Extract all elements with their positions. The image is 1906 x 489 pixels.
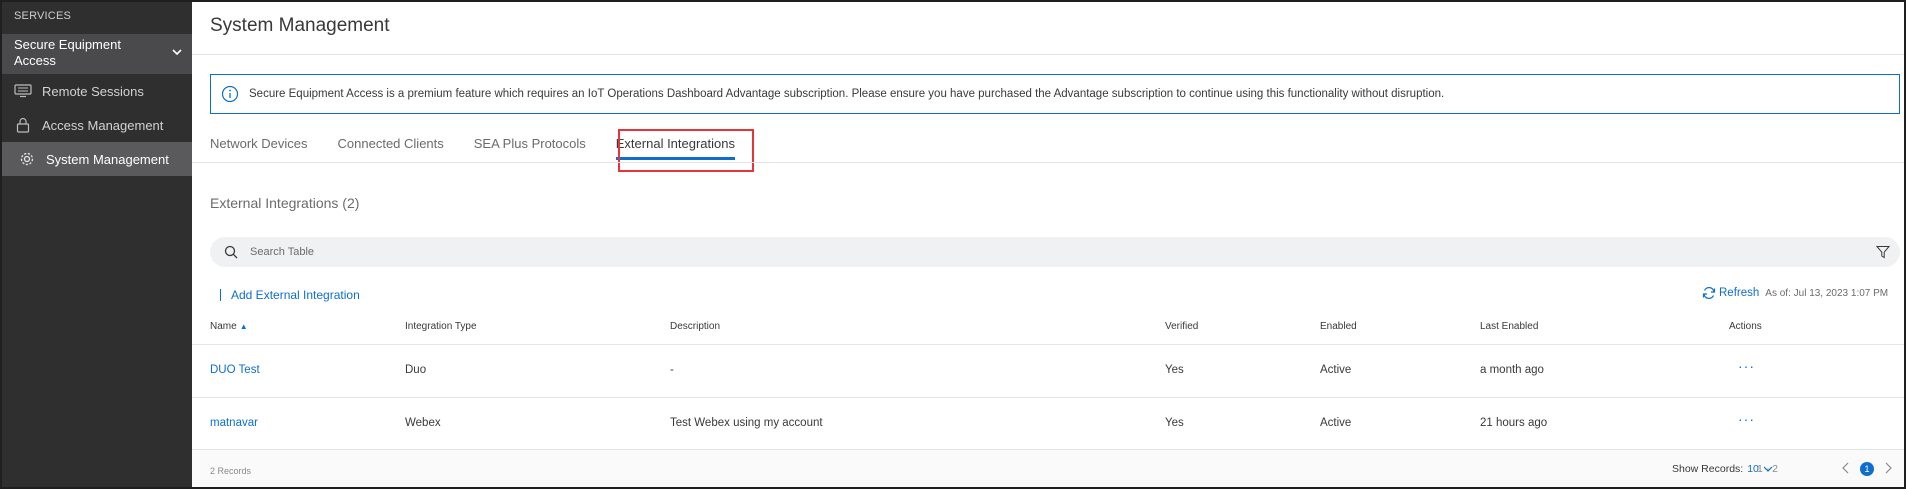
sidebar-header: SERVICES bbox=[14, 10, 72, 22]
gear-icon bbox=[18, 150, 36, 168]
table-cell-last-enabled: a month ago bbox=[1480, 364, 1544, 376]
refresh-button[interactable]: Refresh bbox=[1719, 287, 1759, 299]
tab-network-devices[interactable]: Network Devices bbox=[210, 126, 308, 162]
chevron-left-icon[interactable] bbox=[1840, 461, 1852, 475]
sort-ascending-icon: ▲ bbox=[239, 322, 248, 331]
sidebar-group-label: Secure Equipment Access bbox=[14, 37, 121, 68]
app-frame: SERVICES Secure Equipment Access Remote … bbox=[0, 0, 1906, 489]
table-row-name-link[interactable]: matnavar bbox=[210, 417, 258, 429]
row-actions-menu-icon[interactable]: ··· bbox=[1738, 358, 1755, 374]
table-cell-enabled: Active bbox=[1320, 364, 1352, 376]
add-bar-icon bbox=[220, 289, 221, 301]
page-range: 1 - 2 bbox=[1757, 463, 1779, 475]
tab-connected-clients[interactable]: Connected Clients bbox=[338, 126, 444, 162]
divider bbox=[192, 162, 1904, 163]
refresh-area: Refresh As of: Jul 13, 2023 1:07 PM bbox=[1702, 286, 1888, 300]
divider bbox=[192, 54, 1904, 55]
divider bbox=[192, 344, 1904, 345]
divider bbox=[192, 397, 1904, 398]
tab-sea-plus-protocols[interactable]: SEA Plus Protocols bbox=[474, 126, 586, 162]
column-header-last-enabled[interactable]: Last Enabled bbox=[1480, 321, 1538, 332]
column-header-enabled[interactable]: Enabled bbox=[1320, 321, 1357, 332]
sidebar-item-remote-sessions[interactable]: Remote Sessions bbox=[2, 74, 192, 108]
filter-icon[interactable] bbox=[1876, 245, 1890, 259]
sidebar: SERVICES Secure Equipment Access Remote … bbox=[2, 2, 192, 487]
row-actions-menu-icon[interactable]: ··· bbox=[1738, 411, 1755, 427]
table-cell-enabled: Active bbox=[1320, 417, 1352, 429]
sidebar-group-secure-equipment-access[interactable]: Secure Equipment Access bbox=[2, 34, 192, 74]
table-cell-verified: Yes bbox=[1165, 417, 1184, 429]
column-header-integration-type[interactable]: Integration Type bbox=[405, 321, 477, 332]
table-cell-type: Webex bbox=[405, 417, 441, 429]
table-cell-type: Duo bbox=[405, 364, 427, 376]
sidebar-item-system-management[interactable]: System Management bbox=[2, 142, 192, 176]
refresh-icon[interactable] bbox=[1702, 286, 1716, 300]
tab-highlight-box bbox=[618, 129, 754, 172]
lock-icon bbox=[14, 116, 32, 134]
search-input[interactable] bbox=[250, 246, 1750, 258]
section-title: External Integrations (2) bbox=[210, 195, 360, 211]
banner-text: Secure Equipment Access is a premium fea… bbox=[249, 88, 1445, 100]
search-bar bbox=[210, 237, 1900, 267]
column-header-actions: Actions bbox=[1729, 321, 1762, 332]
as-of-timestamp: As of: Jul 13, 2023 1:07 PM bbox=[1765, 287, 1889, 299]
table-cell-description: - bbox=[670, 364, 674, 376]
info-banner: Secure Equipment Access is a premium fea… bbox=[210, 74, 1900, 114]
add-external-integration-button[interactable]: Add External Integration bbox=[220, 288, 360, 302]
column-header-name[interactable]: Name ▲ bbox=[210, 321, 248, 332]
search-icon bbox=[224, 245, 238, 259]
chevron-down-icon bbox=[172, 49, 182, 56]
column-header-label: Name bbox=[210, 321, 237, 332]
table-cell-description: Test Webex using my account bbox=[670, 417, 823, 429]
sidebar-item-label: System Management bbox=[46, 151, 169, 167]
table-footer: 2 Records Show Records: 10 1 - 2 1 bbox=[192, 449, 1904, 487]
chevron-right-icon[interactable] bbox=[1882, 461, 1894, 475]
page-title: System Management bbox=[210, 15, 390, 36]
table-cell-verified: Yes bbox=[1165, 364, 1184, 376]
sidebar-item-access-management[interactable]: Access Management bbox=[2, 108, 192, 142]
record-count: 2 Records bbox=[210, 466, 252, 476]
remote-sessions-icon bbox=[14, 82, 32, 100]
page-number-button[interactable]: 1 bbox=[1860, 462, 1874, 476]
show-records-label: Show Records: bbox=[1672, 463, 1744, 475]
sidebar-item-label: Access Management bbox=[42, 117, 164, 133]
table-cell-last-enabled: 21 hours ago bbox=[1480, 417, 1548, 429]
add-external-integration-label: Add External Integration bbox=[231, 288, 360, 302]
table-row-name-link[interactable]: DUO Test bbox=[210, 364, 260, 376]
info-icon bbox=[221, 85, 239, 103]
column-header-description[interactable]: Description bbox=[670, 321, 720, 332]
sidebar-item-label: Remote Sessions bbox=[42, 83, 144, 99]
main-content: System Management Secure Equipment Acces… bbox=[192, 2, 1904, 487]
column-header-verified[interactable]: Verified bbox=[1165, 321, 1198, 332]
